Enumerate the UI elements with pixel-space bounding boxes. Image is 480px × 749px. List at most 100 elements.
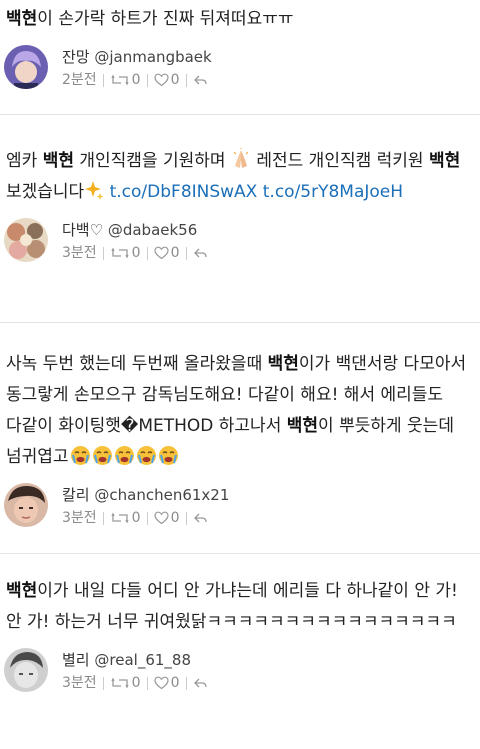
display-name: 잔망 xyxy=(62,48,90,66)
avatar[interactable] xyxy=(4,483,48,527)
crying-face-emoji-icon xyxy=(136,446,156,465)
like-button[interactable]: 0 xyxy=(153,508,180,528)
tweet-text-segment: 이 손가락 하트가 진짜 뒤져떠요ㅠㅠ xyxy=(37,9,294,29)
separator xyxy=(185,246,187,260)
highlighted-keyword: 백현 xyxy=(6,581,38,601)
separator xyxy=(146,246,148,260)
tweet-author[interactable]: 다백♡ @dabaek56 xyxy=(62,220,209,240)
avatar[interactable] xyxy=(4,648,48,692)
tweet-card[interactable]: 백현이가 내일 다들 어디 안 가냐는데 에리들 다 하나같이 안 가! 안 가… xyxy=(0,576,480,693)
separator xyxy=(146,676,148,690)
avatar[interactable] xyxy=(4,218,48,262)
reply-icon xyxy=(193,248,207,258)
crying-face-emoji-icon xyxy=(158,446,178,465)
retweet-count: 0 xyxy=(131,245,141,261)
avatar[interactable] xyxy=(4,45,48,89)
tweet-divider xyxy=(0,322,480,323)
like-button[interactable]: 0 xyxy=(153,70,180,90)
tweet-author[interactable]: 별리 @real_61_88 xyxy=(62,650,209,670)
tweet-feed: 백현이 손가락 하트가 진짜 뒤져떠요ㅠㅠ 잔망 @janmangbaek 2분… xyxy=(0,0,480,749)
tweet-text-segment: 사녹 두번 했는데 두번째 올라왔을때 xyxy=(6,354,268,374)
retweet-icon xyxy=(111,74,129,86)
tweet-actions: 2분전 0 0 xyxy=(62,70,212,90)
retweet-icon xyxy=(111,247,129,259)
user-handle: @chanchen61x21 xyxy=(94,486,230,504)
retweet-count: 0 xyxy=(131,72,141,88)
like-count: 0 xyxy=(170,245,180,261)
crying-face-emoji-icon xyxy=(70,446,90,465)
heart-icon xyxy=(153,511,169,525)
like-count: 0 xyxy=(170,72,180,88)
tweet-actions: 3분전 0 0 xyxy=(62,508,229,528)
tweet-text: 엠카 백현 개인직캠을 기원하며 레전드 개인직캠 럭키원 백현 보겠습니다 t… xyxy=(6,146,470,208)
display-name: 별리 xyxy=(62,651,90,669)
tweet-text-segment: 이가 내일 다들 어디 안 가냐는데 에리들 다 하나같이 안 가! 안 가! … xyxy=(6,581,458,632)
tweet-text-segment: 하고나서 xyxy=(213,416,287,436)
user-handle: @janmangbaek xyxy=(94,48,212,66)
retweet-button[interactable]: 0 xyxy=(110,70,141,90)
tweet-text-segment: 엠카 xyxy=(6,151,43,171)
retweet-button[interactable]: 0 xyxy=(110,508,141,528)
tweet-link[interactable]: t.co/DbF8INSwAX xyxy=(110,182,258,202)
reply-button[interactable] xyxy=(193,246,209,260)
timestamp: 3분전 xyxy=(62,675,97,691)
like-button[interactable]: 0 xyxy=(153,243,180,263)
tweet-divider xyxy=(0,553,480,554)
timestamp: 3분전 xyxy=(62,245,97,261)
retweet-icon xyxy=(111,677,129,689)
reply-icon xyxy=(193,678,207,688)
retweet-icon xyxy=(111,512,129,524)
tweet-card[interactable]: 엠카 백현 개인직캠을 기원하며 레전드 개인직캠 럭키원 백현 보겠습니다 t… xyxy=(0,146,480,263)
timestamp: 2분전 xyxy=(62,72,97,88)
tweet-text: 백현이가 내일 다들 어디 안 가냐는데 에리들 다 하나같이 안 가! 안 가… xyxy=(6,576,470,638)
tweet-author[interactable]: 칼리 @chanchen61x21 xyxy=(62,485,229,505)
crying-face-emoji-icon xyxy=(114,446,134,465)
reply-icon xyxy=(193,75,207,85)
tweet-text: 사녹 두번 했는데 두번째 올라왔을때 백현이가 백댄서랑 다모아서 동그랗게 … xyxy=(6,349,470,473)
separator xyxy=(102,676,104,690)
separator xyxy=(185,73,187,87)
highlighted-keyword: 백현 xyxy=(42,151,74,171)
highlighted-keyword: 백현 xyxy=(6,9,38,29)
heart-icon xyxy=(153,246,169,260)
retweet-count: 0 xyxy=(131,510,141,526)
tweet-link[interactable]: t.co/5rY8MaJoeH xyxy=(263,182,403,202)
retweet-button[interactable]: 0 xyxy=(110,243,141,263)
reply-button[interactable] xyxy=(193,676,209,690)
separator xyxy=(146,73,148,87)
crying-face-emoji-icon xyxy=(92,446,112,465)
like-count: 0 xyxy=(170,510,180,526)
reply-icon xyxy=(193,513,207,523)
separator xyxy=(102,73,104,87)
separator xyxy=(185,511,187,525)
highlighted-keyword: 백현 xyxy=(428,151,461,171)
highlighted-keyword: 백현 xyxy=(286,416,319,436)
tweet-text-segment: 보겠습니다 xyxy=(6,182,85,202)
tweet-card[interactable]: 사녹 두번 했는데 두번째 올라왔을때 백현이가 백댄서랑 다모아서 동그랗게 … xyxy=(0,349,480,528)
heart-icon xyxy=(153,676,169,690)
retweet-button[interactable]: 0 xyxy=(110,673,141,693)
user-handle: @real_61_88 xyxy=(94,651,191,669)
user-handle: @dabaek56 xyxy=(107,221,198,239)
tweet-text: 백현이 손가락 하트가 진짜 뒤져떠요ㅠㅠ xyxy=(6,4,470,35)
like-button[interactable]: 0 xyxy=(153,673,180,693)
tweet-author[interactable]: 잔망 @janmangbaek xyxy=(62,47,212,67)
tweet-text-segment: 개인직캠을 기원하며 xyxy=(73,151,231,171)
sparkle-emoji-icon xyxy=(85,181,104,200)
highlighted-keyword: 백현 xyxy=(267,354,299,374)
like-count: 0 xyxy=(170,675,180,691)
tweet-actions: 3분전 0 0 xyxy=(62,673,209,693)
separator xyxy=(102,246,104,260)
display-name: 칼리 xyxy=(62,486,90,504)
separator xyxy=(146,511,148,525)
retweet-count: 0 xyxy=(131,675,141,691)
tweet-card[interactable]: 백현이 손가락 하트가 진짜 뒤져떠요ㅠㅠ 잔망 @janmangbaek 2분… xyxy=(0,4,480,90)
reply-button[interactable] xyxy=(193,73,209,87)
reply-button[interactable] xyxy=(193,511,209,525)
separator xyxy=(185,676,187,690)
separator xyxy=(102,511,104,525)
display-name: 다백♡ xyxy=(62,221,104,239)
tweet-actions: 3분전 0 0 xyxy=(62,243,209,263)
folded-hands-emoji-icon xyxy=(233,148,249,168)
tweet-text-segment: 레전드 개인직캠 럭키원 xyxy=(250,151,429,171)
